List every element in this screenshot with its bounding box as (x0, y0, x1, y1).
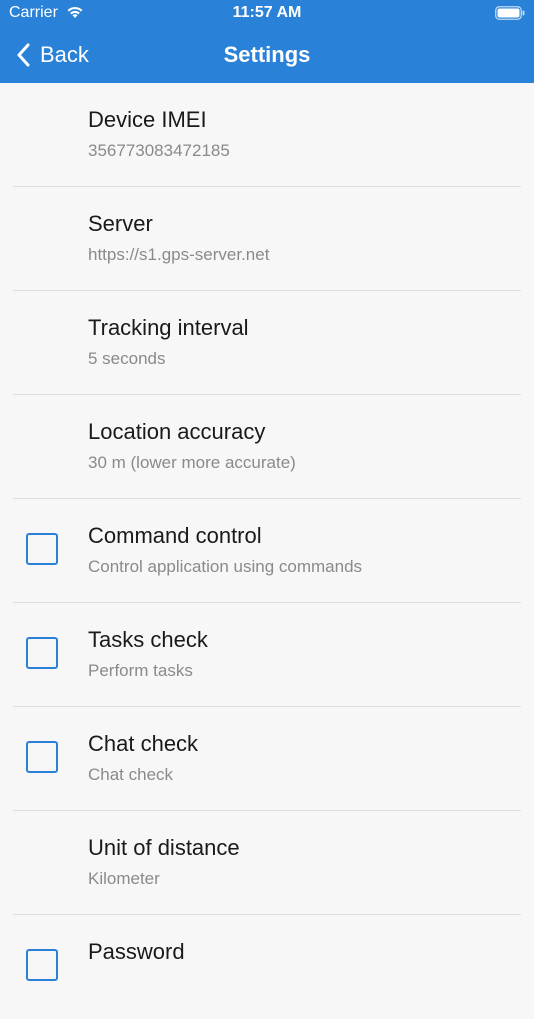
chat-check-checkbox[interactable] (26, 741, 58, 773)
tasks-check-checkbox[interactable] (26, 637, 58, 669)
settings-list: Device IMEI 356773083472185 Server https… (0, 83, 534, 1019)
setting-value: https://s1.gps-server.net (88, 245, 270, 264)
setting-label: Command control (88, 523, 262, 548)
setting-label: Tracking interval (88, 315, 249, 340)
setting-password[interactable]: Password (0, 915, 534, 1019)
password-checkbox[interactable] (26, 949, 58, 981)
setting-value: Control application using commands (88, 557, 363, 576)
command-control-checkbox[interactable] (26, 533, 58, 565)
battery-icon (495, 6, 525, 20)
setting-value: Chat check (88, 765, 174, 784)
setting-tasks-check[interactable]: Tasks check Perform tasks (0, 603, 534, 707)
setting-value: 5 seconds (88, 349, 166, 368)
setting-label: Tasks check (88, 627, 208, 652)
status-time: 11:57 AM (232, 4, 302, 21)
setting-label: Server (88, 211, 153, 236)
status-bar: Carrier 11:57 AM (0, 0, 534, 28)
setting-label: Location accuracy (88, 419, 266, 444)
setting-value: Perform tasks (88, 661, 193, 680)
setting-command-control[interactable]: Command control Control application usin… (0, 499, 534, 603)
navigation-bar: Back Settings (0, 28, 534, 83)
setting-tracking-interval[interactable]: Tracking interval 5 seconds (0, 291, 534, 395)
setting-value: Kilometer (88, 869, 160, 888)
setting-value: 30 m (lower more accurate) (88, 453, 296, 472)
setting-chat-check[interactable]: Chat check Chat check (0, 707, 534, 811)
setting-value: 356773083472185 (88, 141, 230, 160)
page-title: Settings (223, 42, 311, 67)
setting-label: Unit of distance (88, 835, 240, 860)
setting-unit-of-distance[interactable]: Unit of distance Kilometer (0, 811, 534, 915)
setting-label: Password (88, 939, 185, 964)
setting-device-imei[interactable]: Device IMEI 356773083472185 (0, 83, 534, 187)
setting-location-accuracy[interactable]: Location accuracy 30 m (lower more accur… (0, 395, 534, 499)
setting-label: Device IMEI (88, 107, 207, 132)
setting-label: Chat check (88, 731, 199, 756)
setting-server[interactable]: Server https://s1.gps-server.net (0, 187, 534, 291)
top-bar: Carrier 11:57 AM Back Settings (0, 0, 534, 83)
